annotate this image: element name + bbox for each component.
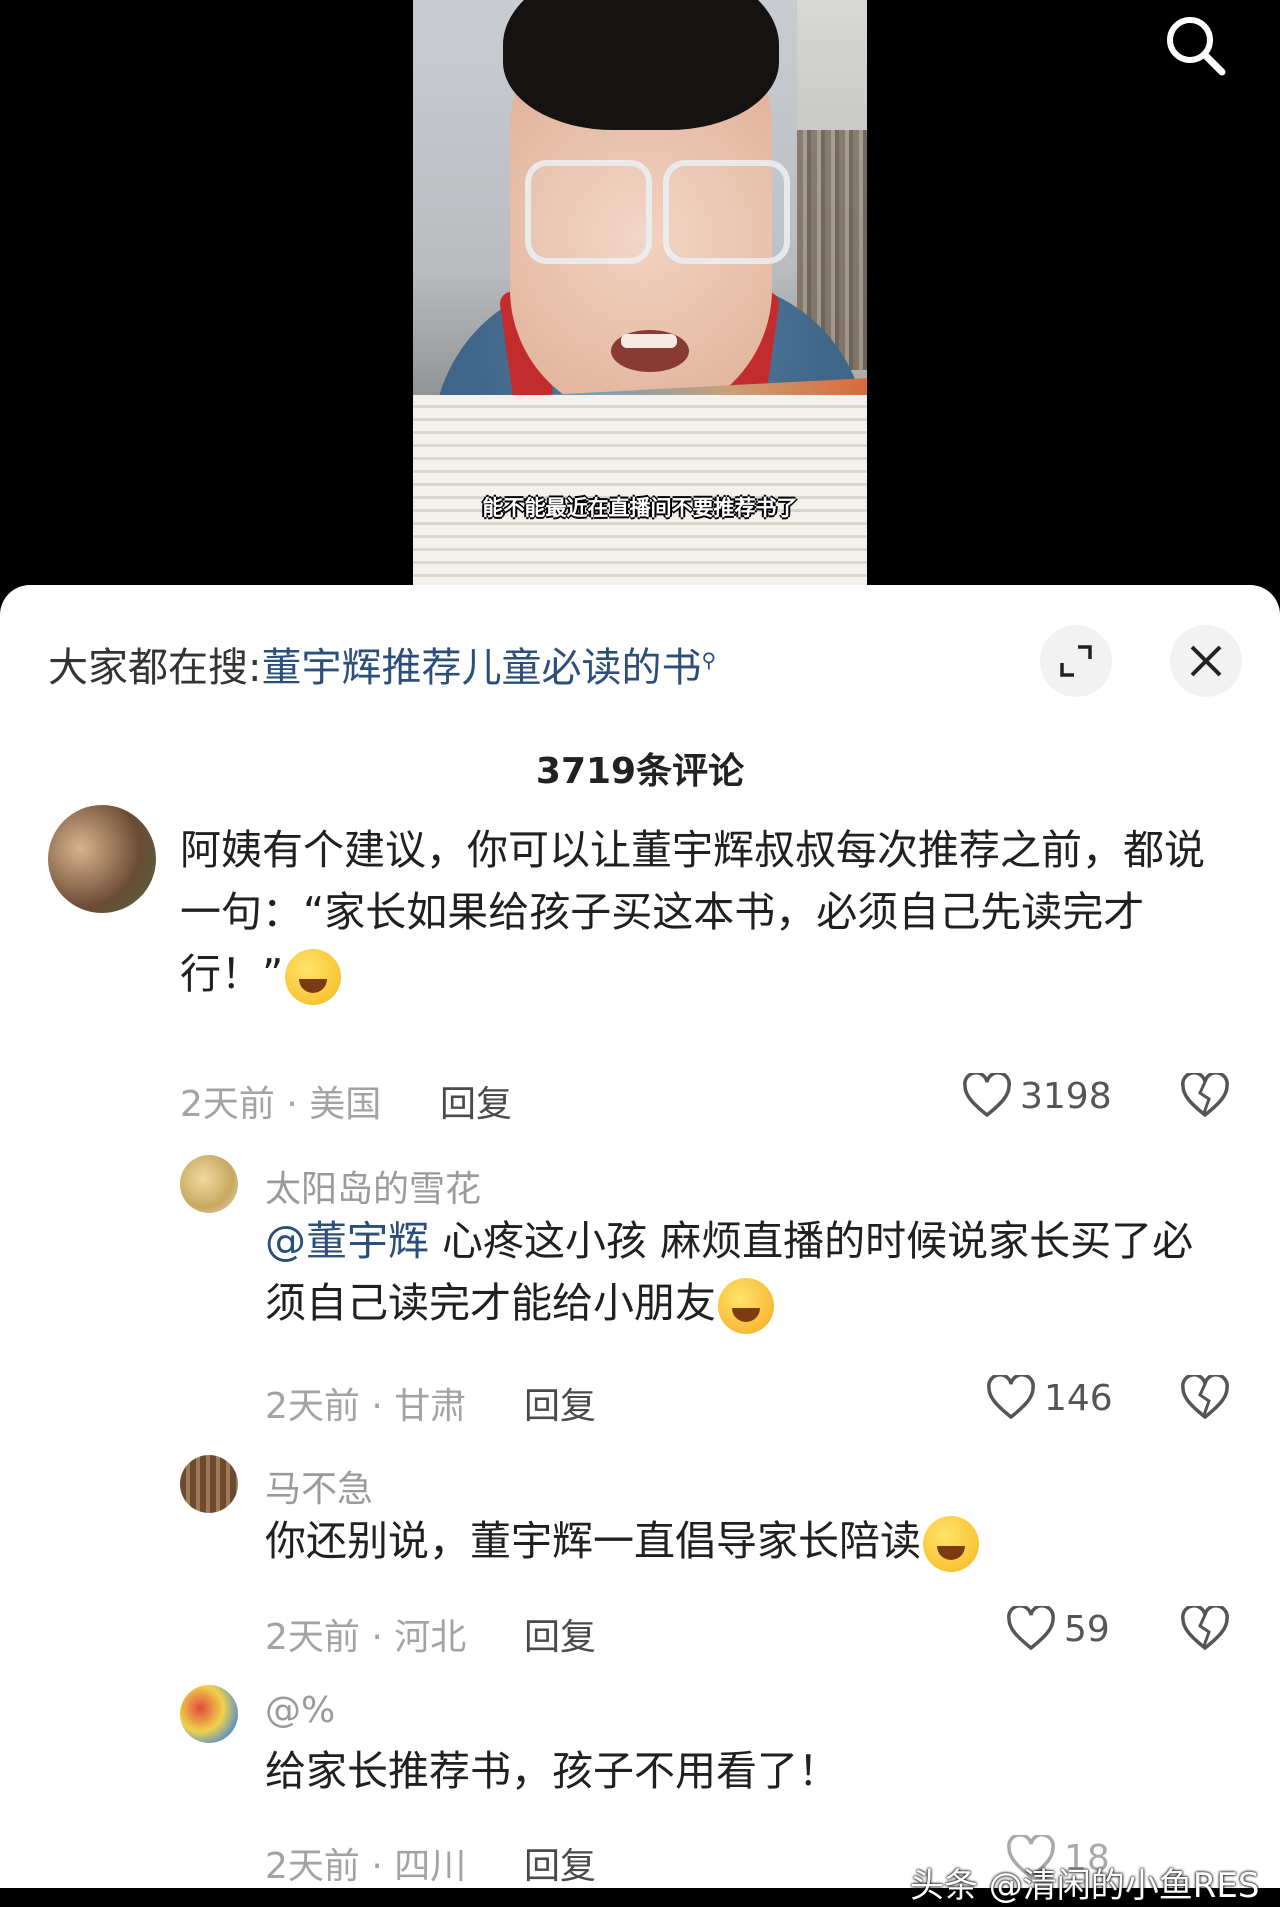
close-button[interactable] — [1170, 625, 1242, 697]
teeth — [621, 334, 677, 348]
like-count: 146 — [1044, 1377, 1113, 1419]
like-button[interactable]: 59 — [1006, 1606, 1110, 1652]
reply-button[interactable]: 回复 — [440, 1075, 512, 1127]
comment-text-content: 你还别说，董宇辉一直倡导家长陪读 — [265, 1517, 921, 1565]
trending-search-bar: 大家都在搜:董宇辉推荐儿童必读的书⚲ — [48, 635, 716, 693]
like-button[interactable]: 146 — [986, 1375, 1113, 1421]
child-hair — [503, 0, 779, 130]
laughing-crying-emoji-icon — [718, 1278, 774, 1334]
avatar[interactable] — [180, 1685, 238, 1743]
expand-icon — [1060, 645, 1092, 677]
dislike-button[interactable] — [1180, 1071, 1230, 1123]
comment-text: 给家长推荐书，孩子不用看了！ — [265, 1740, 1225, 1802]
comment-text: 阿姨有个建议，你可以让董宇辉叔叔每次推荐之前，都说一句：“家长如果给孩子买这本书… — [180, 819, 1230, 1005]
comment-text: @董宇辉 心疼这小孩 麻烦直播的时候说家长买了必须自己读完才能给小朋友 — [265, 1210, 1225, 1334]
reply-button[interactable]: 回复 — [524, 1837, 596, 1888]
video-frame: 能不能最近在直播间不要推荐书了 — [413, 0, 867, 600]
close-icon — [1190, 645, 1222, 677]
avatar[interactable] — [180, 1455, 238, 1513]
broken-heart-icon — [1181, 1071, 1229, 1118]
comment-meta: 2天前 · 美国 — [180, 1084, 382, 1125]
like-count: 59 — [1064, 1608, 1110, 1650]
comment-meta: 2天前 · 河北 — [265, 1617, 467, 1658]
avatar[interactable] — [48, 805, 156, 913]
heart-icon — [1007, 1606, 1055, 1651]
search-button[interactable] — [1160, 10, 1240, 90]
comment-text-content: 给家长推荐书，孩子不用看了！ — [265, 1747, 839, 1795]
video-player[interactable]: 能不能最近在直播间不要推荐书了 — [0, 0, 1280, 600]
like-count: 3198 — [1020, 1075, 1112, 1117]
comment-meta: 2天前 · 四川 — [265, 1846, 467, 1887]
wink-emoji-icon — [285, 949, 342, 1005]
comment-count: 3719条评论 — [535, 751, 745, 792]
watermark: 头条 @清闲的小鱼RES — [910, 1866, 1260, 1906]
glasses-right-lens — [663, 160, 790, 264]
avatar[interactable] — [180, 1155, 238, 1213]
trending-search-link[interactable]: 董宇辉推荐儿童必读的书 — [261, 645, 701, 691]
small-search-icon: ⚲ — [701, 647, 717, 672]
grinning-emoji-icon — [923, 1516, 979, 1572]
comments-panel: 大家都在搜:董宇辉推荐儿童必读的书⚲ 3719条评论 阿姨有个建议，你可以让董宇… — [0, 585, 1280, 1888]
like-button[interactable]: 3198 — [962, 1073, 1112, 1119]
dislike-button[interactable] — [1180, 1373, 1230, 1425]
heart-icon — [987, 1375, 1035, 1420]
glasses-left-lens — [525, 160, 652, 264]
mention-link[interactable]: @董宇辉 — [265, 1217, 429, 1265]
expand-button[interactable] — [1040, 625, 1112, 697]
dislike-button[interactable] — [1180, 1604, 1230, 1656]
broken-heart-icon — [1181, 1373, 1229, 1420]
comment-username[interactable]: @% — [265, 1690, 335, 1731]
comment-username[interactable]: 太阳岛的雪花 — [265, 1160, 481, 1212]
trending-prefix: 大家都在搜: — [48, 645, 262, 691]
comment-meta: 2天前 · 甘肃 — [265, 1386, 467, 1427]
broken-heart-icon — [1181, 1604, 1229, 1651]
comment-username[interactable]: 马不急 — [265, 1460, 373, 1512]
comment-text: 你还别说，董宇辉一直倡导家长陪读 — [265, 1510, 1225, 1572]
reply-button[interactable]: 回复 — [524, 1608, 596, 1660]
search-icon — [1167, 17, 1226, 76]
video-subtitle: 能不能最近在直播间不要推荐书了 — [482, 496, 798, 520]
reply-button[interactable]: 回复 — [524, 1377, 596, 1429]
heart-icon — [963, 1073, 1011, 1118]
